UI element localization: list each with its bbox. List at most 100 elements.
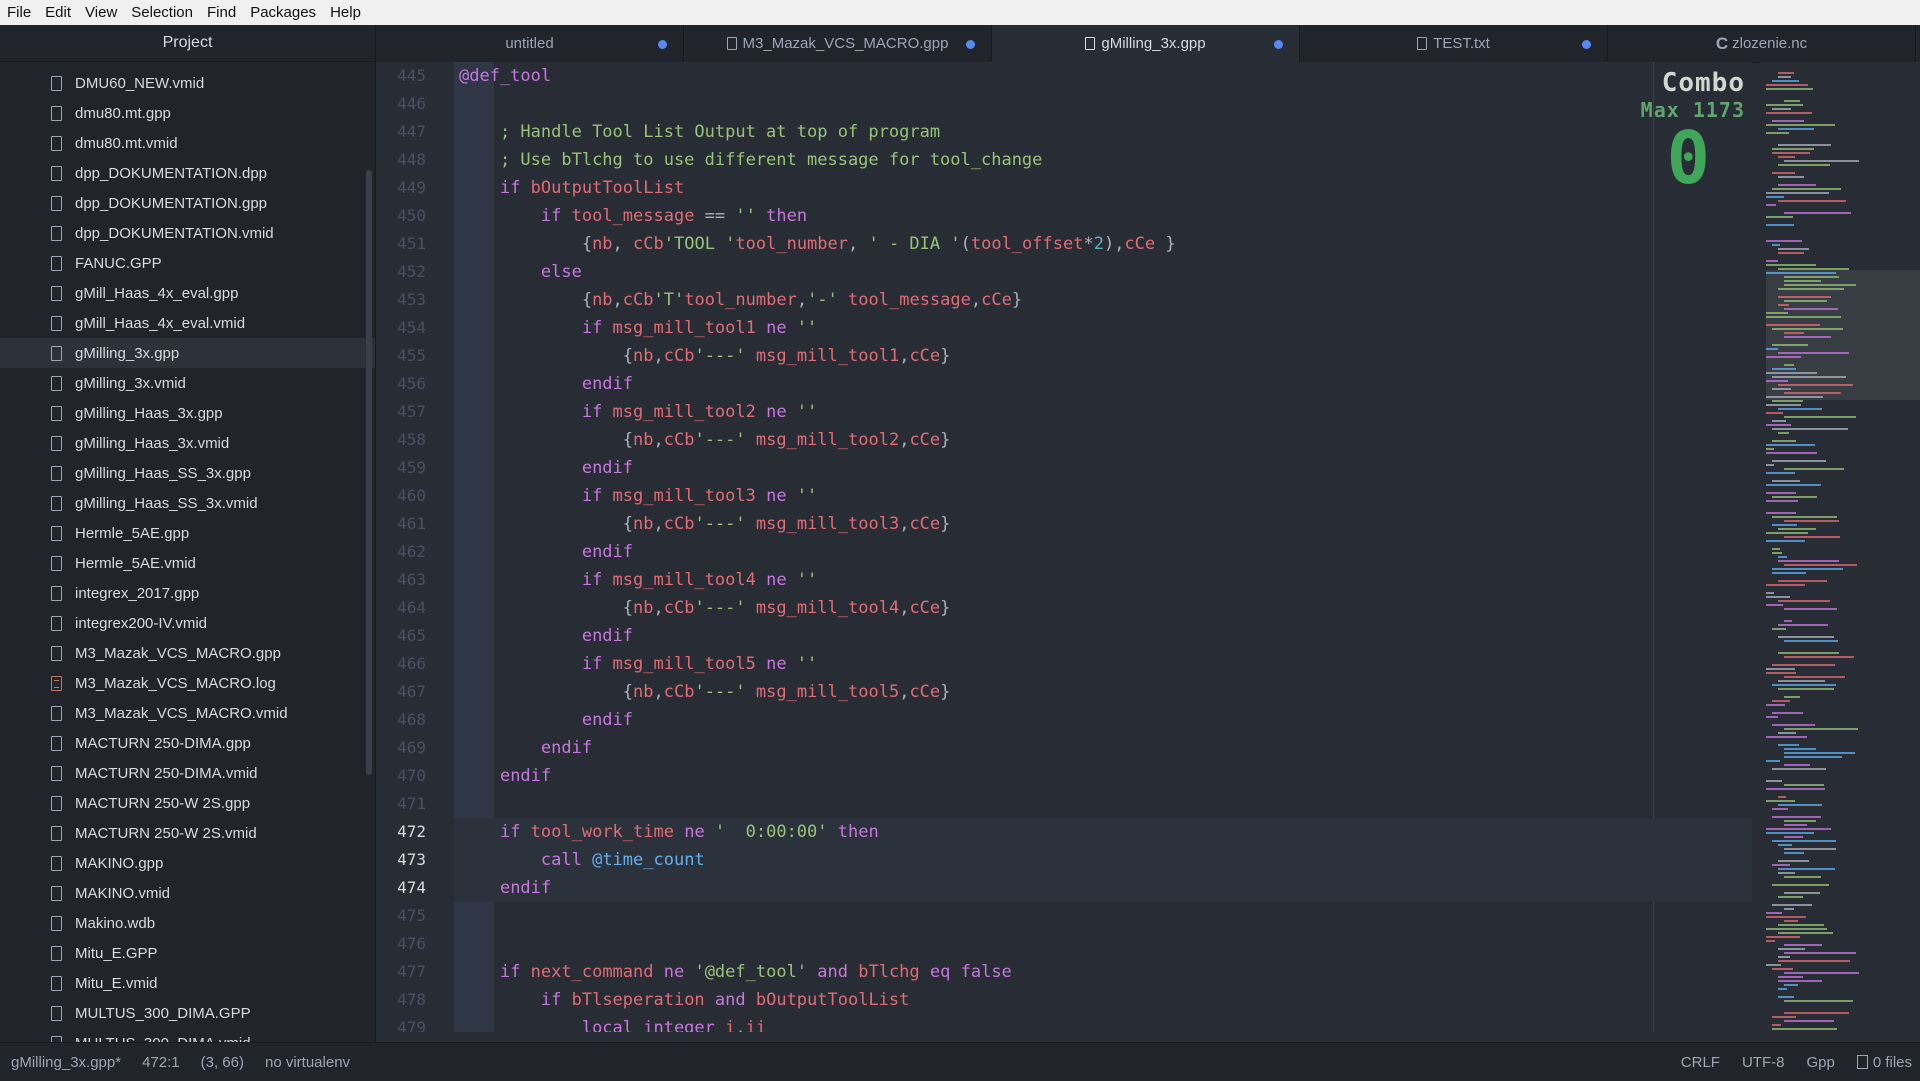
code-line[interactable]: 464 {nb,cCb'---' msg_mill_tool4,cCe}: [397, 594, 1752, 622]
code-lines[interactable]: 445 @def_tool 446 447 ; Handle Tool List Ou…: [397, 62, 1752, 1032]
code-line[interactable]: 451 {nb, cCb'TOOL 'tool_number, ' - DIA …: [397, 230, 1752, 258]
tree-file-item[interactable]: gMill_Haas_4x_eval.gpp: [0, 278, 375, 308]
minimap-line: [1778, 164, 1830, 166]
tree-file-item[interactable]: gMilling_Haas_SS_3x.gpp: [0, 458, 375, 488]
menu-view[interactable]: View: [78, 0, 124, 25]
code-line[interactable]: 454 if msg_mill_tool1 ne '': [397, 314, 1752, 342]
tree-file-item[interactable]: gMill_Haas_4x_eval.vmid: [0, 308, 375, 338]
tree-file-item[interactable]: MACTURN 250-DIMA.vmid: [0, 758, 375, 788]
code-line[interactable]: 458 {nb,cCb'---' msg_mill_tool2,cCe}: [397, 426, 1752, 454]
tree-file-item[interactable]: integrex200-IV.vmid: [0, 608, 375, 638]
code-line[interactable]: 448 ; Use bTlchg to use different messag…: [397, 146, 1752, 174]
code-line[interactable]: 457 if msg_mill_tool2 ne '': [397, 398, 1752, 426]
tab-untitled[interactable]: untitled: [376, 25, 684, 62]
status-env[interactable]: no virtualenv: [265, 1054, 350, 1071]
code-line[interactable]: 479 local integer i,ii: [397, 1014, 1752, 1032]
tree-file-item[interactable]: MACTURN 250-DIMA.gpp: [0, 728, 375, 758]
tree-file-item[interactable]: dpp_DOKUMENTATION.vmid: [0, 218, 375, 248]
modified-dot-icon[interactable]: [966, 40, 975, 49]
code-line[interactable]: 463 if msg_mill_tool4 ne '': [397, 566, 1752, 594]
code-line[interactable]: 446: [397, 90, 1752, 118]
tree-file-item[interactable]: MAKINO.vmid: [0, 878, 375, 908]
tree-file-item[interactable]: gMilling_Haas_3x.vmid: [0, 428, 375, 458]
code-line[interactable]: 466 if msg_mill_tool5 ne '': [397, 650, 1752, 678]
code-line[interactable]: 478 if bTlseperation and bOutputToolList: [397, 986, 1752, 1014]
tree-file-item[interactable]: Mitu_E.vmid: [0, 968, 375, 998]
tree-file-item[interactable]: gMilling_3x.gpp: [0, 338, 375, 368]
code-line[interactable]: 462 endif: [397, 538, 1752, 566]
tree-file-item[interactable]: M3_Mazak_VCS_MACRO.vmid: [0, 698, 375, 728]
tree-file-item[interactable]: Makino.wdb: [0, 908, 375, 938]
code-line[interactable]: 465 endif: [397, 622, 1752, 650]
code-line[interactable]: 473 call @time_count: [397, 846, 1752, 874]
tree-file-item[interactable]: Hermle_5AE.vmid: [0, 548, 375, 578]
tree-file-item[interactable]: integrex_2017.gpp: [0, 578, 375, 608]
text-file-icon: [1417, 37, 1428, 50]
status-grammar[interactable]: Gpp: [1806, 1054, 1834, 1071]
code-editor[interactable]: 445 @def_tool 446 447 ; Handle Tool List Ou…: [376, 62, 1752, 1032]
tree-file-item[interactable]: dmu80.mt.gpp: [0, 98, 375, 128]
code-line[interactable]: 461 {nb,cCb'---' msg_mill_tool3,cCe}: [397, 510, 1752, 538]
code-line[interactable]: 453 {nb,cCb'T'tool_number,'-' tool_messa…: [397, 286, 1752, 314]
menu-packages[interactable]: Packages: [243, 0, 323, 25]
tree-file-item[interactable]: MACTURN 250-W 2S.vmid: [0, 818, 375, 848]
tree-file-item[interactable]: Hermle_5AE.gpp: [0, 518, 375, 548]
code-line[interactable]: 475: [397, 902, 1752, 930]
tree-file-item[interactable]: Mitu_E.GPP: [0, 938, 375, 968]
code-line[interactable]: 471: [397, 790, 1752, 818]
menu-selection[interactable]: Selection: [124, 0, 200, 25]
tree-file-item[interactable]: M3_Mazak_VCS_MACRO.gpp: [0, 638, 375, 668]
tree-file-item[interactable]: FANUC.GPP: [0, 248, 375, 278]
code-line[interactable]: 477 if next_command ne '@def_tool' and b…: [397, 958, 1752, 986]
code-line[interactable]: 467 {nb,cCb'---' msg_mill_tool5,cCe}: [397, 678, 1752, 706]
tree-file-item[interactable]: dmu80.mt.vmid: [0, 128, 375, 158]
code-line[interactable]: 450 if tool_message == '' then: [397, 202, 1752, 230]
menu-find[interactable]: Find: [200, 0, 243, 25]
code-line[interactable]: 469 endif: [397, 734, 1752, 762]
code-line[interactable]: 456 endif: [397, 370, 1752, 398]
tab-zlozenie-nc[interactable]: Czlozenie.nc: [1608, 25, 1916, 62]
code-line[interactable]: 455 {nb,cCb'---' msg_mill_tool1,cCe}: [397, 342, 1752, 370]
tree-file-item[interactable]: DMU60_NEW.vmid: [0, 68, 375, 98]
menu-edit[interactable]: Edit: [38, 0, 78, 25]
tree-file-item[interactable]: dpp_DOKUMENTATION.dpp: [0, 158, 375, 188]
code-line[interactable]: 449 if bOutputToolList: [397, 174, 1752, 202]
code-line[interactable]: 459 endif: [397, 454, 1752, 482]
code-line[interactable]: 476: [397, 930, 1752, 958]
tab-m3-mazak-vcs-macro-gpp[interactable]: M3_Mazak_VCS_MACRO.gpp: [684, 25, 992, 62]
modified-dot-icon[interactable]: [1582, 40, 1591, 49]
menu-file[interactable]: File: [0, 0, 38, 25]
tree-file-item[interactable]: dpp_DOKUMENTATION.gpp: [0, 188, 375, 218]
line-number: 446: [397, 94, 426, 113]
status-cursor[interactable]: 472:1: [142, 1054, 180, 1071]
tree-file-item[interactable]: MACTURN 250-W 2S.gpp: [0, 788, 375, 818]
tree-file-item[interactable]: gMilling_Haas_SS_3x.vmid: [0, 488, 375, 518]
menu-help[interactable]: Help: [323, 0, 368, 25]
code-line[interactable]: 447 ; Handle Tool List Output at top of …: [397, 118, 1752, 146]
code-line[interactable]: 460 if msg_mill_tool3 ne '': [397, 482, 1752, 510]
status-files[interactable]: 0 files: [1856, 1054, 1912, 1071]
tree-file-item[interactable]: gMilling_Haas_3x.gpp: [0, 398, 375, 428]
tab-gmilling-3x-gpp[interactable]: gMilling_3x.gpp: [992, 25, 1300, 62]
minimap-line: [1772, 712, 1803, 714]
code-line[interactable]: 470 endif: [397, 762, 1752, 790]
modified-dot-icon[interactable]: [1274, 40, 1283, 49]
tree-file-item[interactable]: MAKINO.gpp: [0, 848, 375, 878]
minimap[interactable]: [1760, 62, 1920, 1042]
status-encoding[interactable]: UTF-8: [1742, 1054, 1785, 1071]
code-line[interactable]: 445 @def_tool: [397, 62, 1752, 90]
modified-dot-icon[interactable]: [658, 40, 667, 49]
code-line[interactable]: 452 else: [397, 258, 1752, 286]
tab-test-txt[interactable]: TEST.txt: [1300, 25, 1608, 62]
code-line[interactable]: 474 endif: [397, 874, 1752, 902]
code-line[interactable]: 472 if tool_work_time ne ' 0:00:00' then: [397, 818, 1752, 846]
tree-file-item[interactable]: MULTUS_300_DIMA.vmid: [0, 1028, 375, 1042]
status-line-ending[interactable]: CRLF: [1681, 1054, 1720, 1071]
tree-scrollbar[interactable]: [366, 170, 372, 775]
code-line[interactable]: 468 endif: [397, 706, 1752, 734]
tree-file-item[interactable]: M3_Mazak_VCS_MACRO.log: [0, 668, 375, 698]
tree-file-item[interactable]: MULTUS_300_DIMA.GPP: [0, 998, 375, 1028]
tree-file-item[interactable]: gMilling_3x.vmid: [0, 368, 375, 398]
status-file[interactable]: gMilling_3x.gpp*: [11, 1054, 121, 1071]
